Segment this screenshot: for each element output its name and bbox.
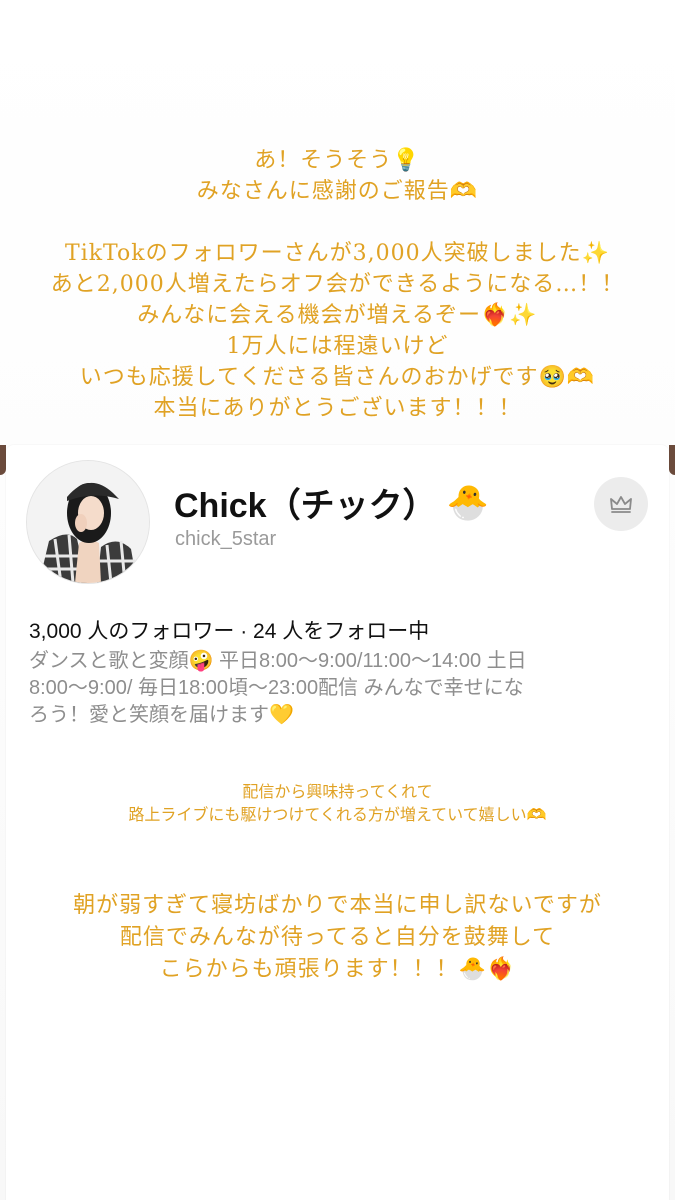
bio-line: ダンスと歌と変顔🤪 平日8:00〜9:00/11:00〜14:00 土日 — [29, 650, 527, 672]
story-text-line: 朝が弱すぎて寝坊ばかりで本当に申し訳ないですが — [73, 893, 602, 918]
story-text-line: 配信から興味持ってくれて — [242, 782, 433, 801]
bio-line: ろう！愛と笑顔を届けます💛 — [29, 704, 294, 726]
story-text-line: あと2,000人増えたらオフ会ができるようになる…！！ — [50, 272, 625, 297]
bio-line: 8:00〜9:00/ 毎日18:00頃〜23:00配信 みんなで幸せにな — [29, 677, 524, 699]
display-name-text: Chick（チック） — [174, 487, 437, 525]
follow-stats[interactable]: 3,000 人のフォロワー · 24 人をフォロー中 — [29, 615, 429, 645]
crown-icon — [610, 496, 632, 513]
hatching-chick-icon: 🐣 — [446, 483, 489, 522]
avatar-image — [27, 461, 149, 583]
story-text-line: 路上ライブにも駆けつけてくれる方が増えていて嬉しい🫶 — [128, 805, 547, 824]
profile-username: chick_5star — [175, 528, 277, 550]
story-text-line: みんなに会える機会が増えるぞー❤️‍🔥✨ — [137, 303, 538, 328]
crown-button[interactable] — [594, 477, 648, 531]
profile-display-name: Chick（チック） 🐣 — [174, 478, 489, 527]
story-text-line: 配信でみんなが待ってると自分を鼓舞して — [119, 925, 556, 950]
story-text-line: 本当にありがとうございます！！！ — [153, 396, 522, 421]
avatar[interactable] — [26, 460, 150, 584]
story-text-line: みなさんに感謝のご報告🫶 — [196, 179, 479, 204]
story-top-message: あ！そうそう💡 みなさんに感謝のご報告🫶 TikTokのフォロワーさんが3,00… — [0, 145, 675, 424]
story-text-line: 1万人には程遠いけど — [226, 334, 449, 359]
story-text-line: あ！そうそう💡 — [254, 148, 421, 173]
line-spacer — [0, 207, 675, 238]
story-middle-message: 配信から興味持ってくれて 路上ライブにも駆けつけてくれる方が増えていて嬉しい🫶 — [0, 780, 675, 826]
story-text-line: いつも応援してくださる皆さんのおかげです🥹🫶 — [79, 365, 596, 390]
screenshot-edge — [669, 445, 675, 475]
story-text-line: こらからも頑張ります！！！🐣❤️‍🔥 — [159, 957, 516, 982]
profile-bio: ダンスと歌と変顔🤪 平日8:00〜9:00/11:00〜14:00 土日 8:0… — [29, 648, 644, 729]
story-bottom-message: 朝が弱すぎて寝坊ばかりで本当に申し訳ないですが 配信でみんなが待ってると自分を鼓… — [0, 890, 675, 986]
story-text-line: TikTokのフォロワーさんが3,000人突破しました✨ — [65, 241, 610, 266]
